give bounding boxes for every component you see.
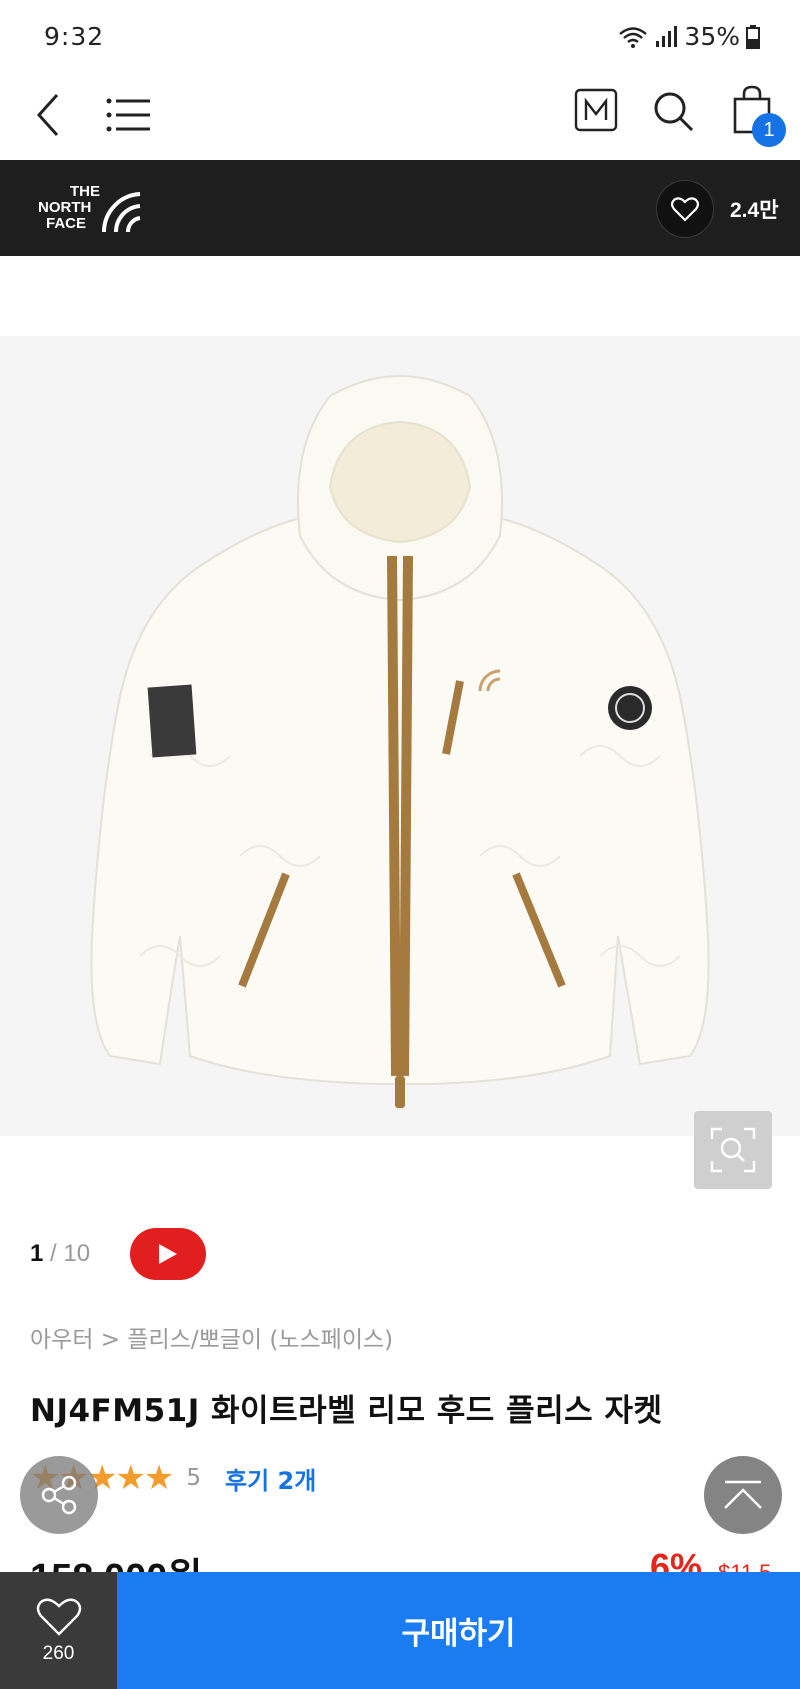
wifi-icon	[618, 25, 648, 49]
image-separator: /	[50, 1240, 57, 1267]
m-button[interactable]	[574, 88, 618, 132]
buy-button[interactable]: 구매하기	[117, 1572, 800, 1689]
status-icons: 35%	[618, 22, 760, 51]
search-button[interactable]	[650, 88, 696, 134]
brand-logo[interactable]: THE NORTH FACE	[38, 182, 142, 234]
heart-icon	[36, 1598, 81, 1636]
top-nav	[0, 70, 800, 160]
scroll-top-button[interactable]	[704, 1456, 782, 1534]
logo-text-the: THE	[70, 183, 100, 200]
image-total: 10	[63, 1240, 91, 1267]
m-box-icon	[574, 88, 618, 132]
product-title: NJ4FM51J 화이트라벨 리모 후드 플리스 자켓	[30, 1393, 663, 1429]
bottom-action-bar: 260 구매하기	[0, 1572, 800, 1689]
half-dome-icon	[102, 192, 141, 232]
share-icon	[41, 1475, 77, 1515]
signal-icon	[654, 25, 678, 49]
status-time: 9:32	[44, 22, 105, 51]
heart-icon	[671, 197, 699, 222]
arrow-up-icon	[724, 1480, 762, 1509]
chevron-left-icon	[36, 93, 59, 137]
back-button[interactable]	[26, 88, 70, 142]
brand-favorite-count: 2.4만	[730, 199, 779, 222]
hamburger-icon	[106, 98, 150, 132]
fleece-jacket-image	[90, 375, 710, 1108]
logo-text-north: NORTH	[38, 199, 92, 216]
brand-favorite-button[interactable]	[656, 180, 714, 238]
search-icon	[654, 92, 694, 132]
status-bar: 9:32 35%	[0, 0, 800, 70]
image-current: 1	[30, 1240, 44, 1267]
menu-button[interactable]	[104, 94, 152, 136]
review-link[interactable]: 후기 2개	[225, 1461, 316, 1496]
brand-bar: THE NORTH FACE 2.4만	[0, 160, 800, 256]
battery-percent: 35%	[684, 22, 740, 51]
wishlist-count: 260	[42, 1642, 75, 1664]
logo-text-face: FACE	[46, 215, 87, 232]
image-counter: 1 / 10	[30, 1240, 90, 1268]
product-image[interactable]	[0, 336, 800, 1136]
share-button[interactable]	[20, 1456, 98, 1534]
category-breadcrumb[interactable]: 아우터 > 플리스/뽀글이 (노스페이스)	[30, 1320, 393, 1354]
zoom-button[interactable]	[694, 1111, 772, 1189]
battery-icon	[746, 24, 760, 49]
wishlist-button[interactable]: 260	[0, 1572, 117, 1689]
zoom-search-icon	[710, 1127, 756, 1173]
video-play-button[interactable]	[130, 1228, 206, 1280]
play-icon	[159, 1244, 177, 1264]
rating-value: 5	[186, 1465, 202, 1491]
cart-count-badge: 1	[752, 113, 786, 147]
